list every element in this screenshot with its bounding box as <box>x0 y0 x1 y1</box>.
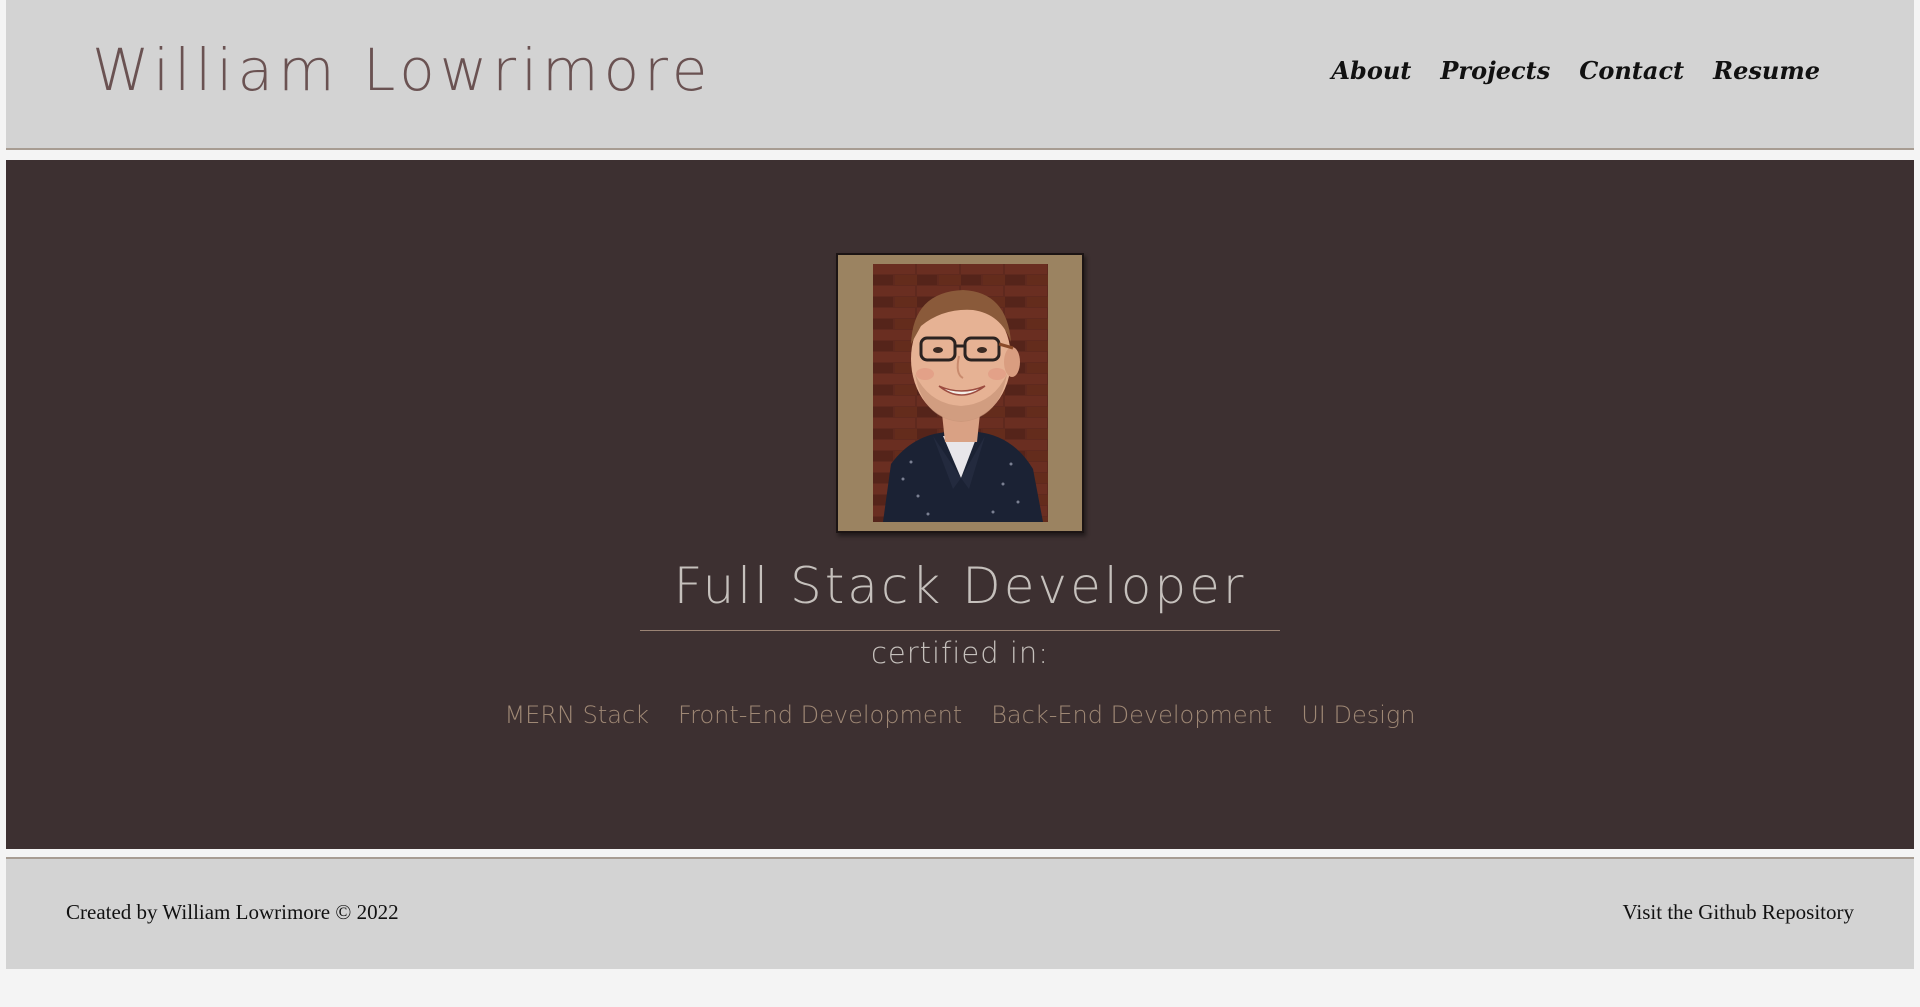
certified-label: certified in: <box>870 636 1050 670</box>
site-title: William Lowrimore <box>92 36 713 104</box>
page: William Lowrimore About Projects Contact… <box>6 0 1914 969</box>
footer-credit: Created by William Lowrimore © 2022 <box>66 900 399 924</box>
cert-item-backend: Back-End Development <box>991 701 1273 729</box>
profile-photo <box>873 264 1048 522</box>
site-footer: Created by William Lowrimore © 2022 Visi… <box>6 857 1914 969</box>
nav-about-link[interactable]: About <box>1331 56 1411 85</box>
nav-resume-link[interactable]: Resume <box>1713 56 1820 85</box>
site-header: William Lowrimore About Projects Contact… <box>6 0 1914 150</box>
github-repo-link[interactable]: Visit the Github Repository <box>1623 900 1854 925</box>
cert-item-mern: MERN Stack <box>504 701 650 729</box>
cert-item-ui-design: UI Design <box>1301 701 1416 729</box>
role-title: Full Stack Developer <box>673 557 1247 615</box>
profile-photo-frame <box>836 253 1084 533</box>
cert-item-frontend: Front-End Development <box>678 701 963 729</box>
nav-contact-link[interactable]: Contact <box>1579 56 1684 85</box>
main-nav: About Projects Contact Resume <box>1302 56 1820 85</box>
nav-projects-link[interactable]: Projects <box>1440 56 1550 85</box>
title-divider <box>640 630 1280 631</box>
certification-list: MERN Stack Front-End Development Back-En… <box>6 701 1914 729</box>
hero-section: Full Stack Developer certified in: MERN … <box>6 160 1914 849</box>
